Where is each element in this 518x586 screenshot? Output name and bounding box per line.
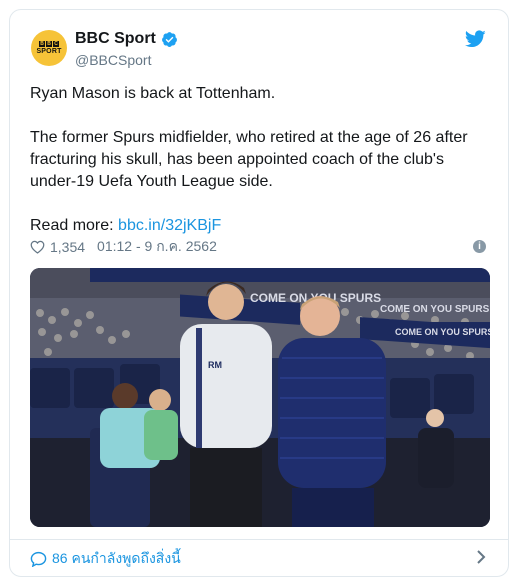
bbc-logo-blocks: B B C xyxy=(39,41,59,47)
verified-icon xyxy=(161,31,177,47)
tweet-body: Ryan Mason is back at Tottenham. The for… xyxy=(30,83,490,237)
author-handle[interactable]: @BBCSport xyxy=(75,52,151,68)
read-more-label: Read more: xyxy=(30,217,114,234)
tweet-conversation-link[interactable]: 86 คนกำลังพูดถึงสิ่งนี้ xyxy=(30,548,181,570)
conversation-text[interactable]: 86 คนกำลังพูดถึงสิ่งนี้ xyxy=(52,548,181,570)
author-avatar[interactable]: B B C SPORT xyxy=(31,30,67,66)
heart-icon[interactable] xyxy=(30,240,45,254)
footer-divider xyxy=(10,539,508,540)
tweet-paragraph-1: Ryan Mason is back at Tottenham. xyxy=(30,85,276,102)
chevron-right-icon[interactable] xyxy=(476,550,486,564)
bbc-block-b2: B xyxy=(46,41,52,47)
read-more-line: Read more: bbc.in/32jKBjF xyxy=(30,215,490,237)
author-name-row[interactable]: BBC Sport xyxy=(75,30,178,48)
like-count[interactable]: 1,354 xyxy=(50,239,85,255)
tweet-paragraph-2: The former Spurs midfielder, who retired… xyxy=(30,129,468,190)
tweet-card[interactable]: B B C SPORT BBC Sport @BBCSport Ryan Mas… xyxy=(9,9,509,577)
tweet-header: B B C SPORT BBC Sport @BBCSport xyxy=(10,10,508,80)
photo-scene: COME ON YOU SPURS COME ON YOU SPURS COME… xyxy=(30,268,490,527)
avatar-sport-text: SPORT xyxy=(36,48,62,55)
bbc-block-b1: B xyxy=(39,41,45,47)
read-more-link[interactable]: bbc.in/32jKBjF xyxy=(118,217,221,234)
info-icon[interactable]: i xyxy=(473,240,486,253)
jacket-initials: RM xyxy=(208,360,222,370)
tweet-meta: 1,354 01:12 - 9 ก.ค. 2562 xyxy=(30,238,217,256)
speech-bubble-icon xyxy=(30,551,47,567)
twitter-bird-icon[interactable] xyxy=(465,30,486,48)
tweet-timestamp[interactable]: 01:12 - 9 ก.ค. 2562 xyxy=(97,236,217,258)
tweet-photo[interactable]: COME ON YOU SPURS COME ON YOU SPURS COME… xyxy=(30,268,490,527)
banner-text-2: COME ON YOU SPURS xyxy=(380,304,490,315)
bbc-block-c: C xyxy=(53,41,59,47)
banner-text-3: COME ON YOU SPURS xyxy=(395,327,490,337)
author-name[interactable]: BBC Sport xyxy=(75,30,156,48)
